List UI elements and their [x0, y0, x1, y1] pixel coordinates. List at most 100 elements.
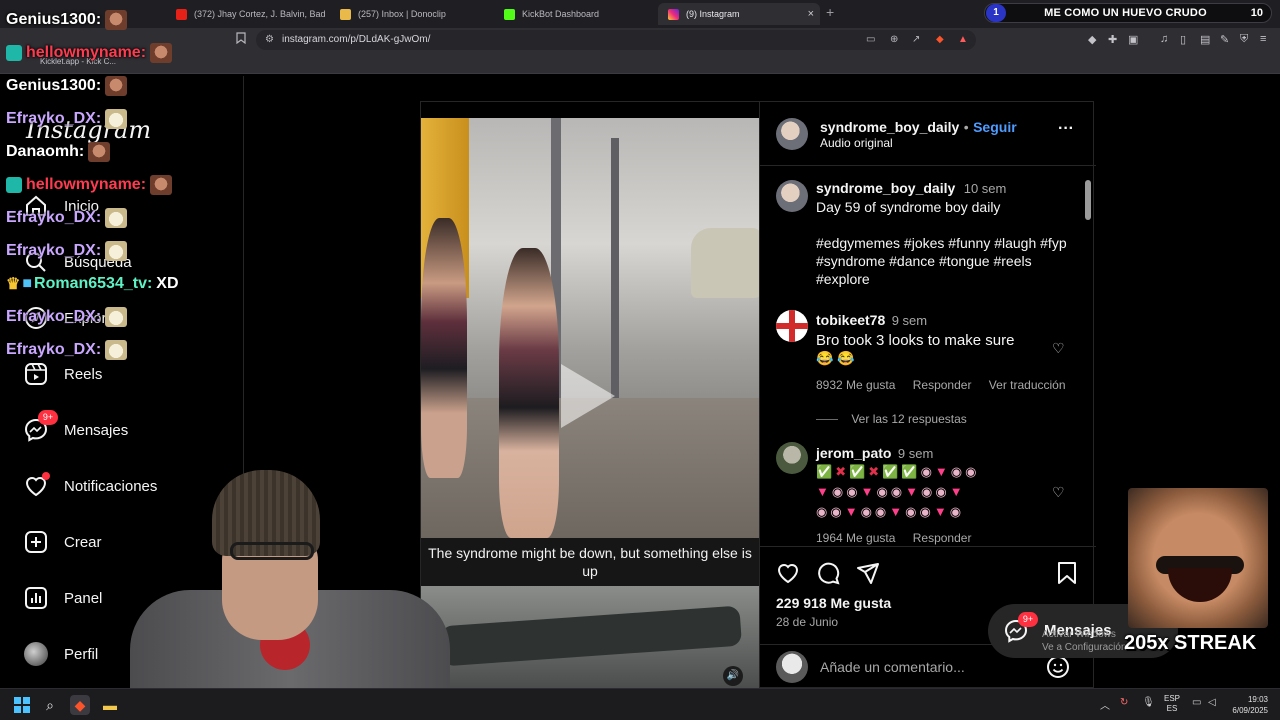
- bookmark-icon[interactable]: [236, 32, 246, 47]
- reply-button[interactable]: Responder: [913, 378, 972, 392]
- avatar-icon: [22, 640, 50, 668]
- screenshot-icon[interactable]: ▣: [1128, 33, 1138, 46]
- video-frame-bottom: [421, 586, 759, 689]
- comment-likes[interactable]: 1964 Me gusta: [816, 531, 895, 545]
- emote-icon: [150, 43, 173, 63]
- description-time: 10 sem: [963, 181, 1007, 196]
- search-icon[interactable]: ⌕: [40, 695, 60, 715]
- reel-video[interactable]: The syndrome might be down, but somethin…: [421, 102, 759, 689]
- tab-instagram[interactable]: (9) Instagram ×: [658, 3, 820, 25]
- chat-message: Efrayko_DX:: [6, 107, 128, 131]
- leo-icon[interactable]: ✎: [1220, 33, 1229, 46]
- cube-icon: ■: [22, 275, 33, 292]
- like-icon[interactable]: [776, 561, 800, 590]
- tab-kickbot[interactable]: KickBot Dashboard: [494, 3, 654, 25]
- scrollbar-thumb[interactable]: [1085, 180, 1091, 220]
- audio-label[interactable]: Audio original: [820, 136, 893, 150]
- author-name[interactable]: syndrome_boy_daily: [820, 119, 959, 135]
- description-hashtags[interactable]: #edgymemes #jokes #funny #laugh #fyp #sy…: [816, 234, 1078, 288]
- play-icon[interactable]: [561, 364, 615, 428]
- like-comment-icon[interactable]: ♡: [1052, 484, 1065, 501]
- follow-button[interactable]: Seguir: [973, 119, 1017, 135]
- comment-author[interactable]: jerom_pato: [816, 445, 891, 461]
- url-field[interactable]: ⚙ instagram.com/p/DLdAK-gJwOm/ ▭ ⊕ ↗ ◆ ▲: [256, 30, 976, 50]
- laughing-meme-overlay: [1128, 488, 1268, 628]
- zoom-icon[interactable]: ⊕: [890, 34, 898, 45]
- comment-icon[interactable]: [816, 561, 840, 590]
- song-title: ME COMO UN HUEVO CRUDO: [1044, 7, 1207, 19]
- brave-browser-icon[interactable]: ◆: [70, 695, 90, 715]
- emote-icon: [105, 208, 128, 228]
- tab-strip: (372) Jhay Cortez, J. Balvin, Bad Bunn (…: [0, 0, 1280, 28]
- menu-icon[interactable]: ≡: [1260, 33, 1266, 45]
- system-clock[interactable]: 19:03 6/09/2025: [1224, 694, 1268, 716]
- tray-app-icon[interactable]: ↻: [1120, 697, 1128, 708]
- network-icon[interactable]: ▭: [1192, 697, 1201, 708]
- share-icon[interactable]: ↗: [912, 34, 920, 45]
- more-options-icon[interactable]: ···: [1058, 120, 1074, 138]
- description-author[interactable]: syndrome_boy_daily: [816, 180, 955, 196]
- like-comment-icon[interactable]: ♡: [1052, 340, 1065, 357]
- comment-time: 9 sem: [891, 313, 928, 328]
- plus-square-icon: [22, 528, 50, 556]
- save-icon[interactable]: [1056, 561, 1078, 590]
- emote-icon: [105, 10, 128, 30]
- description-text: Day 59 of syndrome boy daily: [816, 199, 1001, 215]
- emote-icon: [150, 175, 173, 195]
- puzzle-icon[interactable]: ✚: [1108, 33, 1117, 46]
- comments-scrollbar[interactable]: [1085, 168, 1091, 544]
- url-text: instagram.com/p/DLdAK-gJwOm/: [282, 34, 431, 45]
- reply-button[interactable]: Responder: [913, 531, 972, 545]
- tab-donoclip[interactable]: (257) Inbox | Donoclip: [330, 3, 490, 25]
- volume-icon[interactable]: 🔊: [723, 666, 743, 686]
- comment-avatar[interactable]: [776, 310, 808, 342]
- cast-icon[interactable]: ▭: [866, 34, 875, 45]
- sidebar-item-reels[interactable]: Reels: [22, 360, 102, 388]
- activate-windows-watermark: Activar Windows Ve a Configuración: [1042, 629, 1127, 653]
- volume-icon[interactable]: ◁: [1208, 697, 1216, 708]
- wallet-icon[interactable]: ▤: [1200, 33, 1210, 46]
- language-indicator[interactable]: ESP ES: [1164, 694, 1180, 714]
- tray-chevron-icon[interactable]: ︿: [1100, 697, 1110, 712]
- chat-message: Genius1300:: [6, 8, 128, 32]
- description-avatar[interactable]: [776, 180, 808, 212]
- microphone-icon[interactable]: 🎙: [1142, 697, 1155, 708]
- add-comment-input[interactable]: Añade un comentario...: [820, 659, 965, 675]
- emote-icon: [105, 307, 128, 327]
- post-dialog: The syndrome might be down, but somethin…: [420, 101, 1096, 689]
- file-explorer-icon[interactable]: ▬: [100, 695, 120, 715]
- post-likes[interactable]: 229 918 Me gusta: [776, 595, 891, 611]
- comment-author[interactable]: tobikeet78: [816, 312, 885, 328]
- windows-start-icon[interactable]: [12, 695, 32, 715]
- comment-emojis: ▼◉◉▼◉◉▼◉◉▼: [816, 484, 966, 499]
- streamer-webcam: [130, 470, 450, 688]
- vpn-icon[interactable]: ⛨: [1240, 33, 1248, 46]
- song-request-bar: 1 ME COMO UN HUEVO CRUDO 10: [984, 3, 1272, 23]
- view-replies-button[interactable]: Ver las 12 respuestas: [851, 412, 966, 426]
- tab-youtube[interactable]: (372) Jhay Cortez, J. Balvin, Bad Bunn: [166, 3, 326, 25]
- instagram-icon: [668, 9, 679, 20]
- comment-likes[interactable]: 8932 Me gusta: [816, 378, 895, 392]
- author-avatar[interactable]: [776, 118, 808, 150]
- comment-avatar[interactable]: [776, 442, 808, 474]
- share-icon[interactable]: [856, 561, 880, 590]
- tab-close-icon[interactable]: ×: [808, 3, 814, 25]
- music-icon[interactable]: ♫: [1160, 33, 1168, 45]
- sidebar-icon[interactable]: ▯: [1180, 33, 1186, 46]
- video-caption: The syndrome might be down, but somethin…: [421, 538, 759, 586]
- emoji-picker-icon[interactable]: [1046, 655, 1070, 684]
- comment-time: 9 sem: [897, 446, 934, 461]
- sidebar-item-perfil[interactable]: Perfil: [22, 640, 98, 668]
- extension-icon[interactable]: ◆: [1088, 33, 1096, 46]
- translate-button[interactable]: Ver traducción: [989, 378, 1066, 392]
- sidebar-item-crear[interactable]: Crear: [22, 528, 102, 556]
- sidebar-item-mensajes[interactable]: 9+ Mensajes: [22, 410, 128, 444]
- sidebar-item-panel[interactable]: Panel: [22, 584, 102, 612]
- brave-shield-icon[interactable]: ◆: [936, 34, 944, 45]
- site-info-icon[interactable]: ⚙: [265, 34, 274, 45]
- brave-rewards-icon[interactable]: ▲: [958, 34, 968, 45]
- new-tab-button[interactable]: +: [826, 4, 834, 20]
- comment-emojis: ◉◉▼◉◉▼◉◉▼◉: [816, 504, 965, 519]
- youtube-icon: [176, 9, 187, 20]
- emote-icon: [105, 340, 128, 360]
